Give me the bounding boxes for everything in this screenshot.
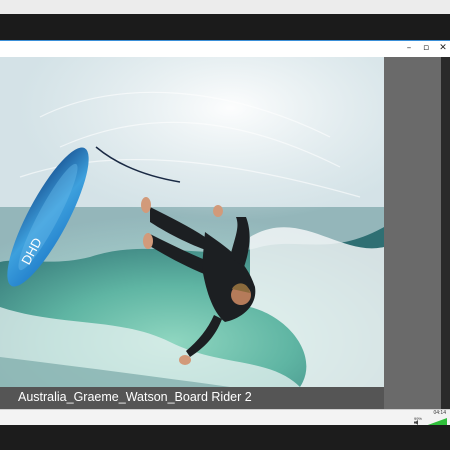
slide-side-panel [384,57,441,409]
viewer-window: – ▫ ✕ DHD Australia_Graeme_Watson_Board … [0,40,450,427]
maximize-icon[interactable]: ▫ [419,42,433,54]
close-icon[interactable]: ✕ [436,42,450,54]
slide-stage: DHD Australia_Graeme_Watson_Board Rider … [0,57,450,409]
surf-photo: DHD [0,57,384,387]
window-edge [441,57,450,409]
screen-top-strip [0,0,450,14]
screen-top-bar [0,14,450,40]
title-bar: – ▫ ✕ [0,41,450,57]
tray-clock[interactable]: 04:14 [433,410,446,417]
slide-caption: Australia_Graeme_Watson_Board Rider 2 [18,390,252,404]
screen-bottom-bar [0,425,450,450]
minimize-icon[interactable]: – [402,42,416,54]
